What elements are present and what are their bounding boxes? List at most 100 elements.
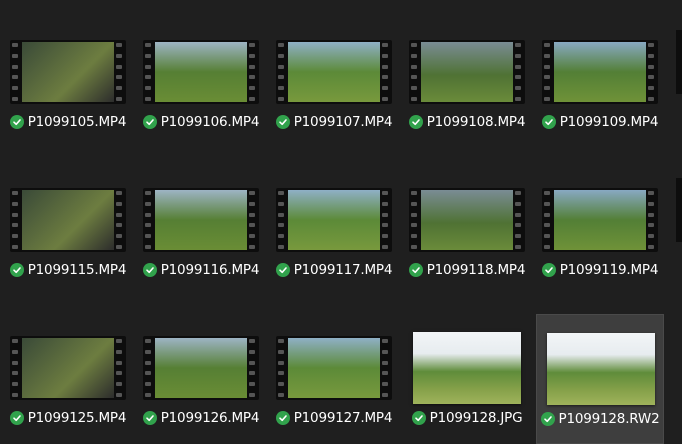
file-thumbnail — [141, 22, 261, 122]
file-tile[interactable]: P1099128.JPG — [403, 314, 531, 444]
video-thumbnail — [10, 188, 126, 252]
video-thumbnail — [542, 188, 658, 252]
film-perforation — [249, 191, 257, 249]
video-frame — [22, 190, 114, 250]
file-thumbnail — [540, 22, 660, 122]
file-tile[interactable]: P1099105.MP4 — [4, 18, 132, 148]
film-perforation — [278, 191, 286, 249]
film-perforation — [411, 191, 419, 249]
file-tile[interactable]: P1099117.MP4 — [270, 166, 398, 296]
video-thumbnail — [542, 40, 658, 104]
file-tile[interactable]: P1099125.MP4 — [4, 314, 132, 444]
file-label: P1099107.MP4 — [270, 114, 398, 130]
film-perforation — [411, 43, 419, 101]
video-thumbnail — [276, 188, 392, 252]
video-frame — [155, 338, 247, 398]
file-name: P1099118.MP4 — [426, 262, 526, 278]
file-label: P1099127.MP4 — [270, 410, 398, 426]
file-label: P1099108.MP4 — [403, 114, 531, 130]
file-tile[interactable]: P1099126.MP4 — [137, 314, 265, 444]
film-perforation — [12, 191, 20, 249]
file-thumbnail — [8, 318, 128, 418]
film-perforation — [145, 191, 153, 249]
image-thumbnail — [547, 333, 655, 405]
video-thumbnail — [409, 40, 525, 104]
file-tile[interactable]: P1099116.MP4 — [137, 166, 265, 296]
file-tile[interactable]: P1099107.MP4 — [270, 18, 398, 148]
file-thumbnail — [274, 22, 394, 122]
file-thumbnail — [541, 319, 661, 419]
check-circle-icon — [541, 263, 556, 277]
file-name: P1099125.MP4 — [27, 410, 127, 426]
file-thumbnail — [274, 318, 394, 418]
film-perforation — [382, 43, 390, 101]
file-tile[interactable]: P1099109.MP4 — [536, 18, 664, 148]
check-circle-icon — [541, 115, 556, 129]
file-thumbnail — [540, 170, 660, 270]
film-perforation — [382, 191, 390, 249]
film-perforation — [515, 191, 523, 249]
file-label: P1099117.MP4 — [270, 262, 398, 278]
check-circle-icon — [540, 412, 555, 426]
file-label: P1099115.MP4 — [4, 262, 132, 278]
file-name: P1099127.MP4 — [293, 410, 393, 426]
film-perforation — [515, 43, 523, 101]
check-circle-icon — [142, 411, 157, 425]
check-circle-icon — [408, 263, 423, 277]
film-perforation — [648, 43, 656, 101]
file-label: P1099118.MP4 — [403, 262, 531, 278]
check-circle-icon — [408, 115, 423, 129]
film-perforation — [116, 339, 124, 397]
file-tile[interactable]: P1099106.MP4 — [137, 18, 265, 148]
file-name: P1099107.MP4 — [293, 114, 393, 130]
video-frame — [22, 42, 114, 102]
video-thumbnail — [10, 40, 126, 104]
file-thumbnail — [141, 170, 261, 270]
check-circle-icon — [142, 263, 157, 277]
film-perforation — [12, 43, 20, 101]
file-tile[interactable]: P1099115.MP4 — [4, 166, 132, 296]
partial-video-thumbnail[interactable] — [676, 30, 682, 94]
file-label: P1099128.JPG — [403, 410, 531, 426]
video-frame — [155, 42, 247, 102]
video-frame — [554, 190, 646, 250]
check-circle-icon — [411, 411, 426, 425]
file-tile[interactable]: P1099127.MP4 — [270, 314, 398, 444]
file-label: P1099106.MP4 — [137, 114, 265, 130]
video-thumbnail — [143, 40, 259, 104]
file-label: P1099119.MP4 — [536, 262, 664, 278]
file-name: P1099128.JPG — [429, 410, 523, 426]
check-circle-icon — [9, 115, 24, 129]
film-perforation — [648, 191, 656, 249]
film-perforation — [249, 339, 257, 397]
film-perforation — [145, 43, 153, 101]
file-name: P1099116.MP4 — [160, 262, 260, 278]
video-frame — [155, 190, 247, 250]
file-name: P1099109.MP4 — [559, 114, 659, 130]
file-name: P1099117.MP4 — [293, 262, 393, 278]
film-perforation — [278, 339, 286, 397]
file-thumbnail — [8, 170, 128, 270]
file-name: P1099105.MP4 — [27, 114, 127, 130]
film-perforation — [544, 43, 552, 101]
file-tile[interactable]: P1099108.MP4 — [403, 18, 531, 148]
file-name: P1099115.MP4 — [27, 262, 127, 278]
file-thumbnail — [407, 170, 527, 270]
file-tile[interactable]: P1099119.MP4 — [536, 166, 664, 296]
video-frame — [554, 42, 646, 102]
check-circle-icon — [142, 115, 157, 129]
check-circle-icon — [275, 115, 290, 129]
film-perforation — [145, 339, 153, 397]
film-perforation — [249, 43, 257, 101]
film-perforation — [116, 43, 124, 101]
film-perforation — [278, 43, 286, 101]
video-thumbnail — [276, 40, 392, 104]
partial-video-thumbnail[interactable] — [676, 178, 682, 242]
file-label: P1099109.MP4 — [536, 114, 664, 130]
video-thumbnail — [10, 336, 126, 400]
film-perforation — [382, 339, 390, 397]
check-circle-icon — [9, 263, 24, 277]
file-tile[interactable]: P1099118.MP4 — [403, 166, 531, 296]
video-thumbnail — [409, 188, 525, 252]
file-tile[interactable]: P1099128.RW2 — [536, 314, 664, 444]
